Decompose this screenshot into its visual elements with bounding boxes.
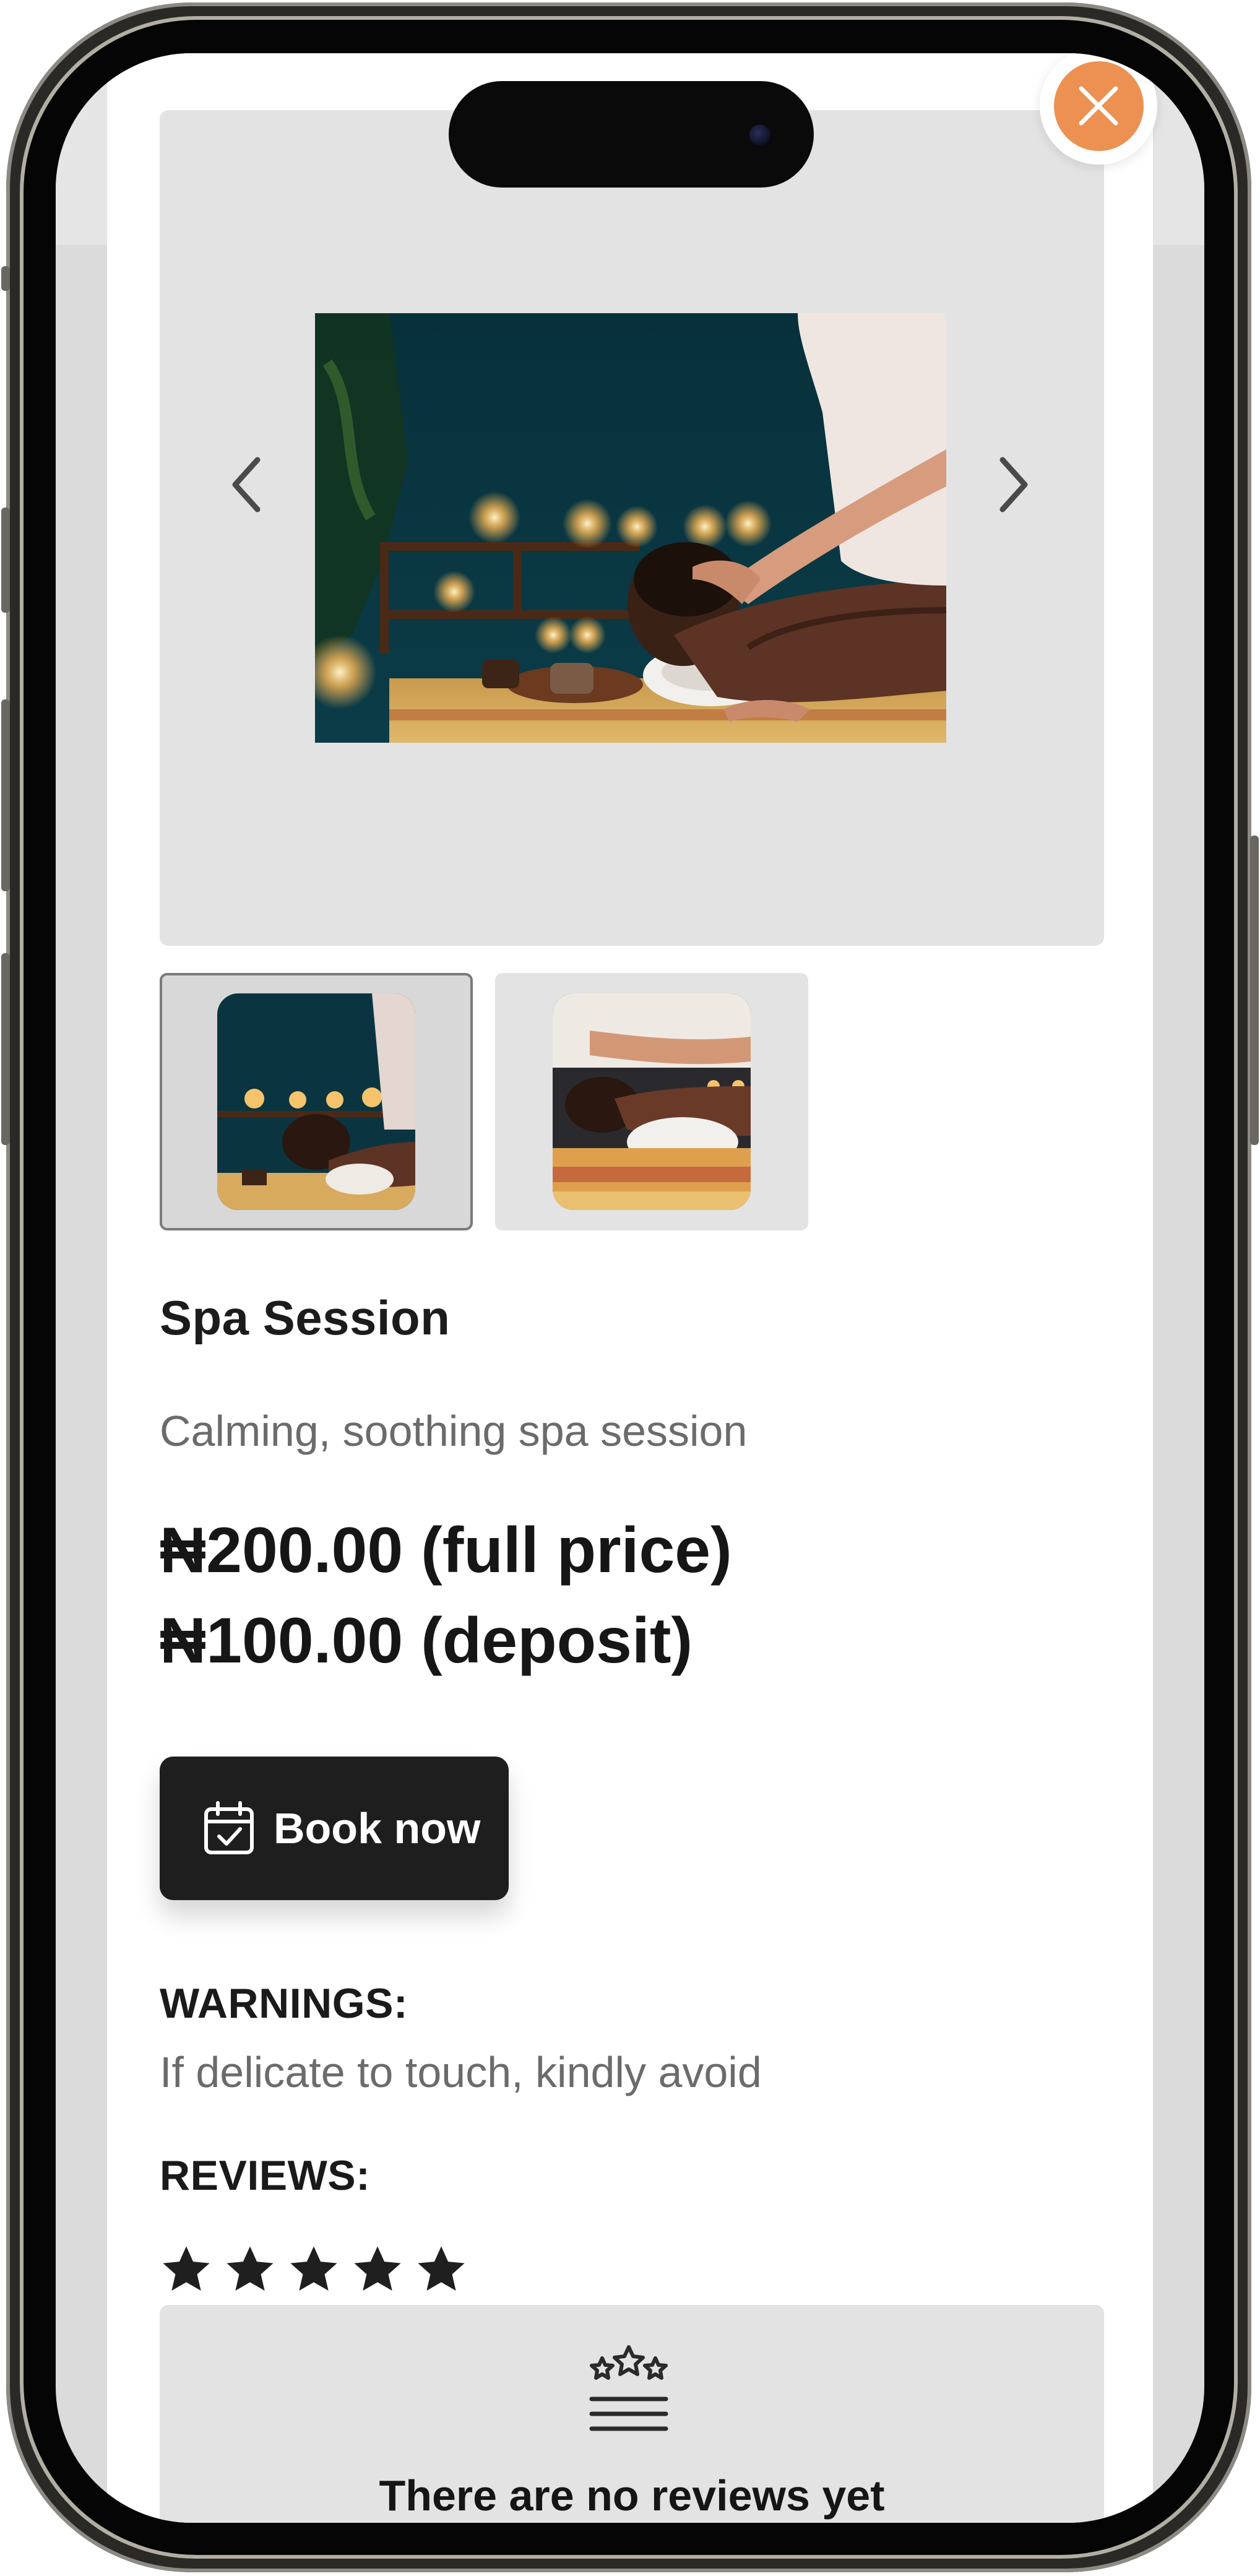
book-now-button[interactable]: Book now (160, 1757, 509, 1900)
dynamic-island (449, 81, 814, 188)
calendar-check-icon (204, 1801, 254, 1854)
service-title: Spa Session (160, 1290, 451, 1345)
phone-power-button (1250, 836, 1259, 1145)
chevron-right-icon (999, 457, 1028, 512)
phone-volume-up-button (1, 508, 10, 613)
warnings-text: If delicate to touch, kindly avoid (160, 2048, 762, 2096)
warnings-heading: WARNINGS: (160, 1980, 408, 2027)
deposit-price: ₦100.00 (deposit) (160, 1605, 693, 1677)
service-description: Calming, soothing spa session (160, 1407, 748, 1455)
close-icon (1053, 61, 1144, 151)
spa-massage-thumbnail-1 (217, 993, 415, 1210)
star-icon (163, 2246, 210, 2291)
reviews-empty-state: There are no reviews yet (160, 2305, 1104, 2523)
spa-massage-photo (315, 313, 946, 743)
star-icon (290, 2246, 337, 2291)
chevron-left-icon (232, 457, 261, 512)
gallery-prev-button[interactable] (215, 444, 277, 525)
star-icon (418, 2246, 465, 2291)
star-icon (354, 2246, 401, 2291)
phone-volume-down-button (1, 699, 10, 891)
rating-stars (160, 2243, 468, 2296)
star-icon (227, 2246, 274, 2291)
book-now-label: Book now (274, 1804, 481, 1852)
full-price: ₦200.00 (full price) (160, 1515, 732, 1586)
camera-icon (749, 124, 770, 145)
gallery-thumbnail-1[interactable] (160, 973, 473, 1230)
stars-review-icon (589, 2345, 668, 2431)
spa-massage-thumbnail-2 (553, 993, 751, 1210)
phone-screen: Spa Session Calming, soothing spa sessio… (56, 53, 1204, 2523)
phone-volume-button-lower (1, 953, 10, 1145)
image-gallery (160, 110, 1104, 946)
phone-action-button (1, 266, 10, 291)
gallery-next-button[interactable] (983, 444, 1045, 525)
gallery-thumbnail-2[interactable] (495, 973, 808, 1230)
no-reviews-text: There are no reviews yet (379, 2471, 885, 2520)
reviews-heading: REVIEWS: (160, 2152, 371, 2199)
